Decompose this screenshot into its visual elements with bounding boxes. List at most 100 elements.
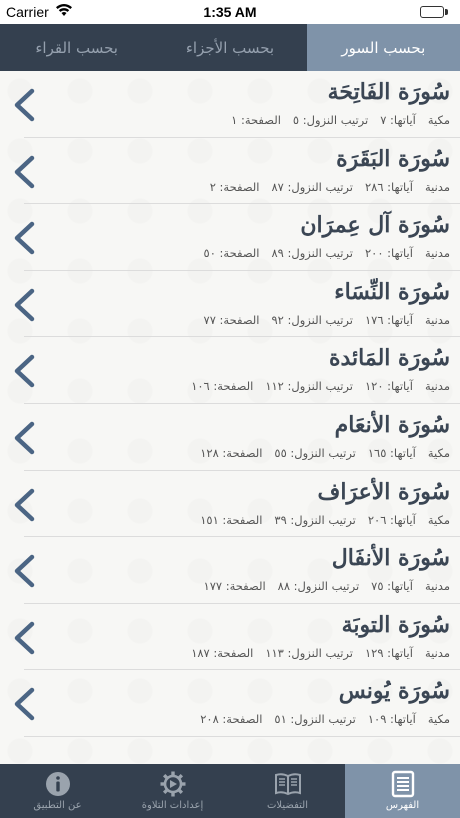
- chevron-left-icon: [14, 288, 35, 322]
- surah-list[interactable]: سُورَة الفَاتِحَة مكية آياتها: ٧ ترتيب النز…: [0, 71, 460, 764]
- battery-icon: [420, 6, 444, 18]
- index-list-icon: [391, 770, 414, 798]
- segmented-tabs: بحسب القراء بحسب الأجزاء بحسب السور: [0, 24, 460, 71]
- surah-row[interactable]: سُورَة الأنعَام مكية آياتها: ١٦٥ ترتيب النز…: [14, 404, 460, 471]
- surah-name: سُورَة المَائدة: [328, 345, 450, 372]
- surah-ayat-count: آياتها: ١٧٦: [364, 312, 413, 327]
- book-icon: [274, 773, 301, 796]
- surah-page: الصفحة: ١: [231, 113, 281, 127]
- tabbar-label: إعدادات التلاوة: [141, 800, 204, 811]
- tabbar-item-about[interactable]: عن التطبيق: [0, 764, 115, 818]
- surah-row[interactable]: سُورَة آل عِمرَان مدنية آياتها: ٢٠٠ ترتيب ا…: [14, 204, 460, 271]
- chevron-left-icon: [14, 688, 35, 721]
- surah-page: الصفحة: ٢: [209, 179, 260, 194]
- surah-row[interactable]: سُورَة الأنفَال مدنية آياتها: ٧٥ ترتيب النز…: [14, 537, 460, 604]
- surah-row[interactable]: سُورَة الفَاتِحَة مكية آياتها: ٧ ترتيب النز…: [14, 71, 460, 138]
- status-bar: Carrier 1:35 AM: [0, 0, 460, 24]
- tabbar-item-index[interactable]: الفهرس: [345, 764, 460, 818]
- tabbar-label: التفضيلات: [267, 800, 308, 811]
- tabbar-label: الفهرس: [385, 800, 420, 811]
- surah-revelation-order: ترتيب النزول: ١١٣: [265, 645, 353, 660]
- surah-row[interactable]: سُورَة المَائدة مدنية آياتها: ١٢٠ ترتيب الن…: [14, 337, 460, 404]
- clock: 1:35 AM: [203, 4, 257, 20]
- chevron-left-icon: [14, 355, 35, 388]
- gear-icon: [160, 771, 185, 797]
- surah-page: الصفحة: ١٢٨: [200, 445, 263, 460]
- surah-type: مدنية: [424, 579, 450, 594]
- surah-type: مكية: [427, 512, 450, 527]
- surah-name: سُورَة التوبَة: [341, 611, 450, 638]
- surah-page: الصفحة: ١٠٦: [191, 379, 254, 394]
- chevron-left-icon: [14, 88, 35, 122]
- tab-by-reciters[interactable]: بحسب القراء: [0, 24, 153, 71]
- surah-ayat-count: آياتها: ١٢٠: [364, 379, 413, 394]
- surah-page: الصفحة: ٢٠٨: [200, 712, 263, 727]
- surah-type: مدنية: [424, 246, 450, 261]
- surah-meta: مدنية آياتها: ٧٥ ترتيب النزول: ٨٨ الصفحة: ١…: [192, 579, 450, 593]
- surah-page: الصفحة: ١٧٧: [203, 579, 266, 594]
- surah-row[interactable]: سُورَة التوبَة مدنية آياتها: ١٢٩ ترتيب النز…: [14, 604, 460, 671]
- surah-meta: مدنية آياتها: ١٧٦ ترتيب النزول: ٩٢ الصفحة: …: [192, 313, 450, 327]
- surah-ayat-count: آياتها: ٧٥: [371, 579, 413, 594]
- surah-meta: مدنية آياتها: ٢٠٠ ترتيب النزول: ٨٩ الصفحة: …: [192, 246, 450, 260]
- surah-name: سُورَة الأنعَام: [334, 411, 450, 438]
- surah-type: مكية: [427, 113, 450, 127]
- surah-meta: مكية آياتها: ١٠٩ ترتيب النزول: ٥١ الصفحة: ٢…: [188, 712, 450, 726]
- surah-page: الصفحة: ١٥١: [200, 512, 263, 527]
- surah-ayat-count: آياتها: ١٢٩: [364, 645, 413, 660]
- surah-row[interactable]: سُورَة النِّسَاء مدنية آياتها: ١٧٦ ترتيب ال…: [14, 271, 460, 338]
- surah-ayat-count: آياتها: ٢٠٠: [364, 246, 413, 261]
- surah-row[interactable]: سُورَة البَقَرَة مدنية آياتها: ٢٨٦ ترتيب ال…: [14, 138, 460, 205]
- battery-tip: [445, 9, 448, 15]
- chevron-left-icon: [14, 488, 35, 521]
- surah-page: الصفحة: ٧٧: [203, 312, 260, 327]
- surah-meta: مدنية آياتها: ١٢٩ ترتيب النزول: ١١٣ الصفحة:…: [179, 646, 450, 660]
- tabbar-item-recitation-settings[interactable]: إعدادات التلاوة: [115, 764, 230, 818]
- surah-ayat-count: آياتها: ١٠٩: [367, 712, 416, 727]
- bottom-tab-bar: عن التطبيق إعدادات التلاوة التفضيلات الف…: [0, 764, 460, 818]
- surah-meta: مكية آياتها: ٧ ترتيب النزول: ٥ الصفحة: ١: [219, 113, 450, 127]
- surah-meta: مكية آياتها: ١٦٥ ترتيب النزول: ٥٥ الصفحة: ١…: [188, 446, 450, 460]
- surah-revelation-order: ترتيب النزول: ٥: [292, 113, 369, 127]
- chevron-left-icon: [14, 421, 35, 455]
- surah-type: مدنية: [424, 379, 450, 394]
- surah-page: الصفحة: ١٨٧: [191, 645, 254, 660]
- tab-by-juz[interactable]: بحسب الأجزاء: [153, 24, 306, 71]
- surah-ayat-count: آياتها: ٢٠٦: [367, 512, 416, 527]
- surah-type: مدنية: [424, 645, 450, 660]
- chevron-left-icon: [14, 155, 35, 188]
- surah-meta: مدنية آياتها: ٢٨٦ ترتيب النزول: ٨٧ الصفحة: …: [198, 180, 450, 194]
- surah-revelation-order: ترتيب النزول: ٩٢: [271, 312, 353, 327]
- surah-meta: مدنية آياتها: ١٢٠ ترتيب النزول: ١١٢ الصفحة:…: [179, 379, 450, 393]
- surah-type: مدنية: [424, 179, 450, 194]
- info-icon: [45, 772, 70, 796]
- surah-row[interactable]: سُورَة الأعرَاف مكية آياتها: ٢٠٦ ترتيب النز…: [14, 471, 460, 538]
- surah-meta: مكية آياتها: ٢٠٦ ترتيب النزول: ٣٩ الصفحة: ١…: [188, 513, 450, 527]
- surah-ayat-count: آياتها: ٢٨٦: [364, 179, 413, 194]
- surah-name: سُورَة البَقَرَة: [336, 145, 450, 172]
- surah-name: سُورَة الأنفَال: [331, 545, 450, 572]
- chevron-left-icon: [14, 621, 35, 654]
- surah-ayat-count: آياتها: ١٦٥: [367, 445, 416, 460]
- surah-type: مكية: [427, 712, 450, 727]
- surah-revelation-order: ترتيب النزول: ٥١: [274, 712, 356, 727]
- surah-revelation-order: ترتيب النزول: ١١٢: [265, 379, 353, 394]
- tabbar-label: عن التطبيق: [33, 800, 82, 811]
- surah-revelation-order: ترتيب النزول: ٨٨: [277, 579, 360, 594]
- tab-by-surah[interactable]: بحسب السور: [306, 24, 460, 71]
- surah-revelation-order: ترتيب النزول: ٨٩: [271, 246, 353, 261]
- tabbar-item-favorites[interactable]: التفضيلات: [230, 764, 345, 818]
- surah-name: سُورَة النِّسَاء: [334, 278, 450, 305]
- surah-name: سُورَة الفَاتِحَة: [327, 79, 450, 105]
- surah-name: سُورَة الأعرَاف: [317, 478, 450, 505]
- surah-revelation-order: ترتيب النزول: ٨٧: [271, 179, 353, 194]
- surah-type: مكية: [427, 445, 450, 460]
- surah-revelation-order: ترتيب النزول: ٥٥: [274, 445, 356, 460]
- surah-row[interactable]: سُورَة يُونس مكية آياتها: ١٠٩ ترتيب النزول:…: [14, 670, 460, 737]
- chevron-left-icon: [14, 221, 35, 255]
- surah-name: سُورَة يُونس: [338, 678, 450, 705]
- chevron-left-icon: [14, 554, 35, 588]
- surah-revelation-order: ترتيب النزول: ٣٩: [274, 512, 356, 527]
- surah-type: مدنية: [424, 312, 450, 327]
- surah-ayat-count: آياتها: ٧: [380, 113, 416, 127]
